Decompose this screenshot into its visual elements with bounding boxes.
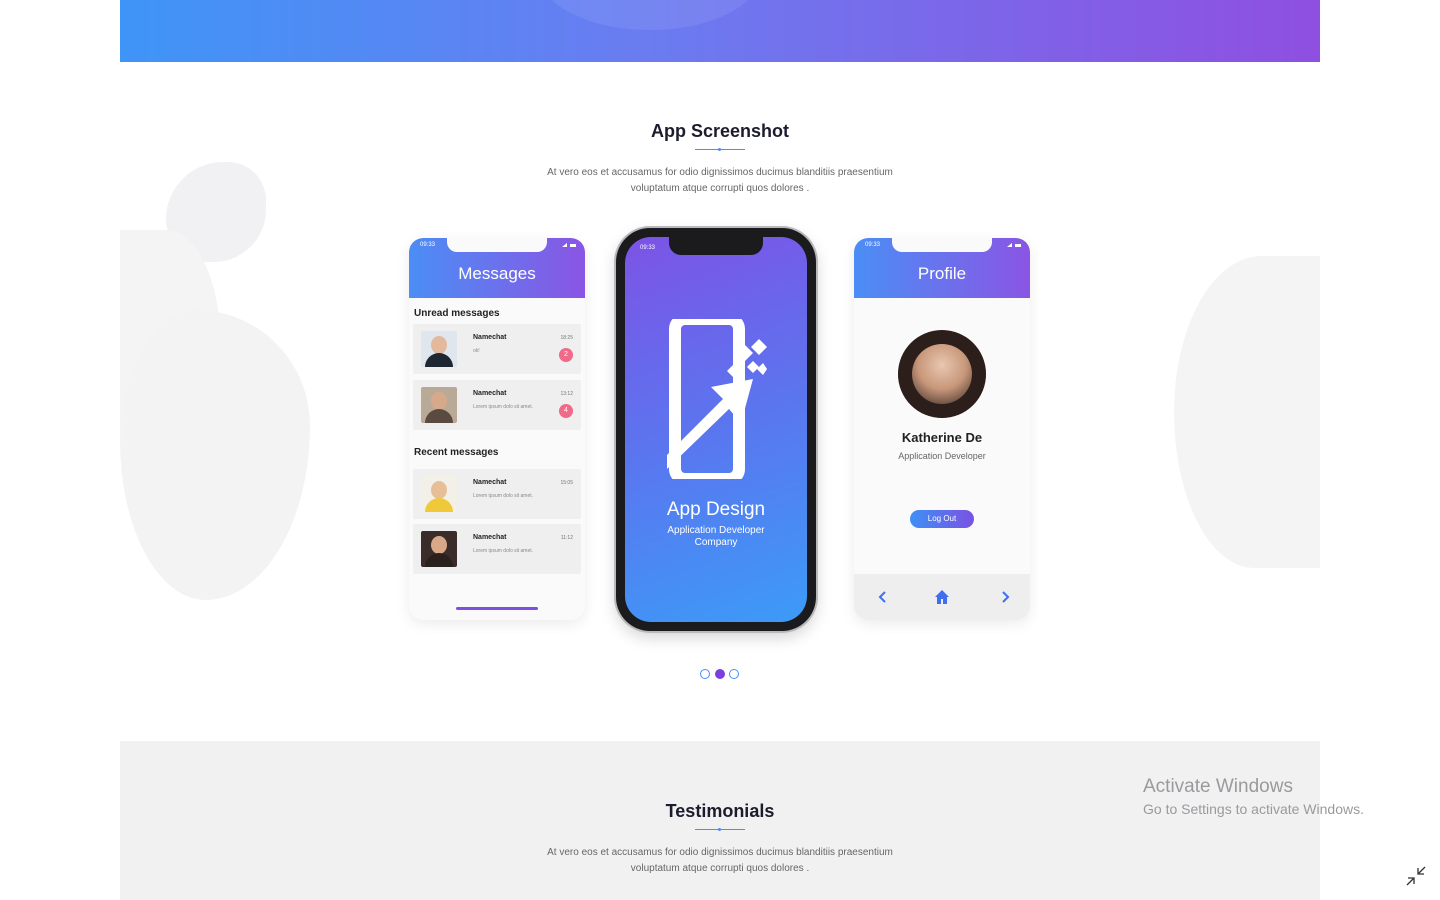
unread-count-badge: 4 [559,404,573,418]
phone-header: 09:33 Profile [854,238,1030,298]
profile-name: Katherine De [901,430,983,445]
phone-header-title: Profile [917,264,967,283]
bg-blob [120,310,310,600]
message-preview: Lorem ipsum dolo sit amet. [473,404,534,410]
message-time: 11:12 [560,535,573,541]
home-indicator [456,607,538,610]
app-subtitle: Application Developer Company [625,525,807,549]
signal-battery-icon [1007,243,1021,247]
message-item[interactable]: Namechat Lorem ipsum dolo sit amet. 11:1… [413,524,581,574]
message-sender: Namechat [473,479,507,486]
activate-windows-subtitle: Go to Settings to activate Windows. [1143,801,1364,817]
profile-avatar [898,330,986,418]
restore-down-icon[interactable] [1404,864,1428,888]
phone-time: 09:33 [640,245,656,251]
title-underline [695,148,745,151]
message-sender: Namechat [473,334,507,341]
carousel-dot-active[interactable] [715,669,725,679]
avatar [421,476,457,512]
phone-time: 09:33 [865,242,881,248]
avatar [421,387,457,423]
top-gradient-banner [120,0,1320,62]
message-sender: Namechat [473,534,507,541]
phone-screen: 09:33 App Design Application Developer C… [625,237,807,622]
center-phone-mockup: 09:33 App Design Application Developer C… [616,228,816,631]
unread-count-badge: 2 [559,348,573,362]
carousel-dot[interactable] [700,669,710,679]
app-logo-icon [667,319,767,479]
message-preview: Lorem ipsum dolo sit amet. [473,493,534,499]
profile-phone-mockup: 09:33 Profile Katherine De Application D… [854,238,1030,620]
profile-role: Application Developer [898,451,986,461]
phone-time: 09:33 [420,242,436,248]
carousel-dot[interactable] [729,669,739,679]
message-time: 18:25 [560,335,573,341]
message-preview: ok! [473,348,480,354]
phone-header-title: Messages [458,264,536,283]
section-description: At vero eos et accusamus for odio dignis… [547,847,893,874]
phone-bottom-nav [854,574,1030,620]
section-title-app-screenshot: App Screenshot [650,121,790,141]
avatar [421,331,457,367]
messages-phone-mockup: 09:33 Messages Unread messages Namechat … [409,238,585,620]
bg-blob [1174,256,1320,568]
recent-messages-label: Recent messages [414,447,499,458]
signal-battery-icon [562,243,576,247]
app-subtitle-line: Company [694,537,738,548]
message-item[interactable]: Namechat ok! 18:25 2 [413,324,581,374]
message-item[interactable]: Namechat Lorem ipsum dolo sit amet. 13:1… [413,380,581,430]
app-subtitle-line: Application Developer [667,525,765,536]
home-icon[interactable] [933,588,951,606]
unread-messages-label: Unread messages [414,308,500,319]
app-title: App Design [666,499,766,520]
chevron-right-icon[interactable] [996,588,1014,606]
avatar [421,531,457,567]
message-item[interactable]: Namechat Lorem ipsum dolo sit amet. 15:0… [413,469,581,519]
page: App Screenshot At vero eos et accusamus … [0,0,1440,900]
logout-button[interactable]: Log Out [910,510,974,528]
message-preview: Lorem ipsum dolo sit amet. [473,548,534,554]
section-description: At vero eos et accusamus for odio dignis… [547,167,893,194]
message-time: 13:12 [560,391,573,397]
activate-windows-title: Activate Windows [1143,776,1293,797]
message-sender: Namechat [473,390,507,397]
phone-header: 09:33 Messages [409,238,585,298]
title-underline [695,828,745,831]
chevron-left-icon[interactable] [874,588,892,606]
message-time: 15:05 [560,480,573,486]
